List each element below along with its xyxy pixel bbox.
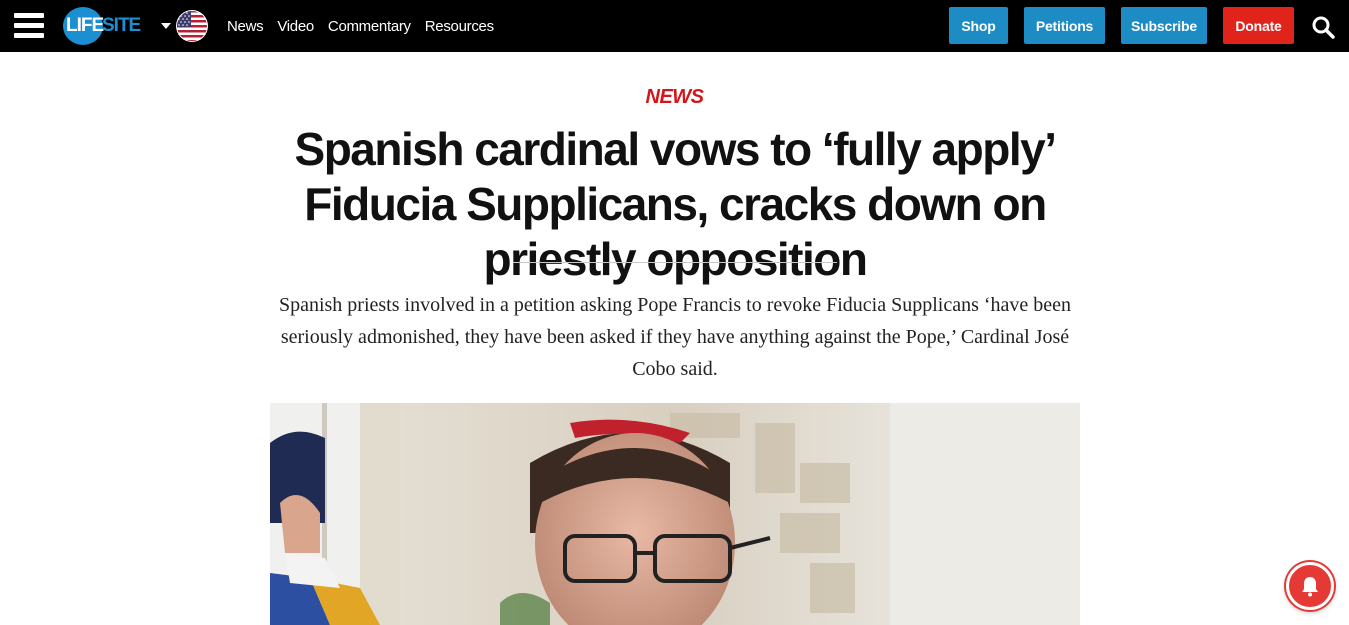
caret-down-icon [161, 23, 171, 29]
shop-button[interactable]: Shop [949, 7, 1008, 44]
donate-button[interactable]: Donate [1223, 7, 1294, 44]
bell-icon [1302, 577, 1318, 597]
logo-site-text: SITE [102, 15, 141, 36]
hamburger-menu-icon[interactable] [14, 13, 44, 38]
lifesite-logo[interactable]: LIFE SITE [63, 7, 141, 45]
article-hero-image [270, 403, 1080, 625]
nav-link-commentary[interactable]: Commentary [328, 18, 411, 35]
primary-nav: News Video Commentary Resources [227, 0, 508, 52]
nav-link-video[interactable]: Video [277, 18, 314, 35]
region-selector[interactable] [161, 10, 208, 42]
hero-photo [270, 403, 1080, 625]
logo-life-text: LIFE [63, 7, 104, 45]
us-flag-icon [176, 10, 208, 42]
headline-divider [513, 262, 837, 263]
notification-bell-button[interactable] [1286, 562, 1334, 610]
search-icon[interactable] [1311, 15, 1335, 39]
nav-link-news[interactable]: News [227, 18, 264, 35]
petitions-button[interactable]: Petitions [1024, 7, 1105, 44]
top-navigation-bar: LIFE SITE News Video Commentary Resource… [0, 0, 1349, 52]
nav-link-resources[interactable]: Resources [425, 18, 494, 35]
article-category-label[interactable]: NEWS [0, 86, 1349, 109]
article-summary: Spanish priests involved in a petition a… [278, 294, 1072, 380]
subscribe-button[interactable]: Subscribe [1121, 7, 1207, 44]
